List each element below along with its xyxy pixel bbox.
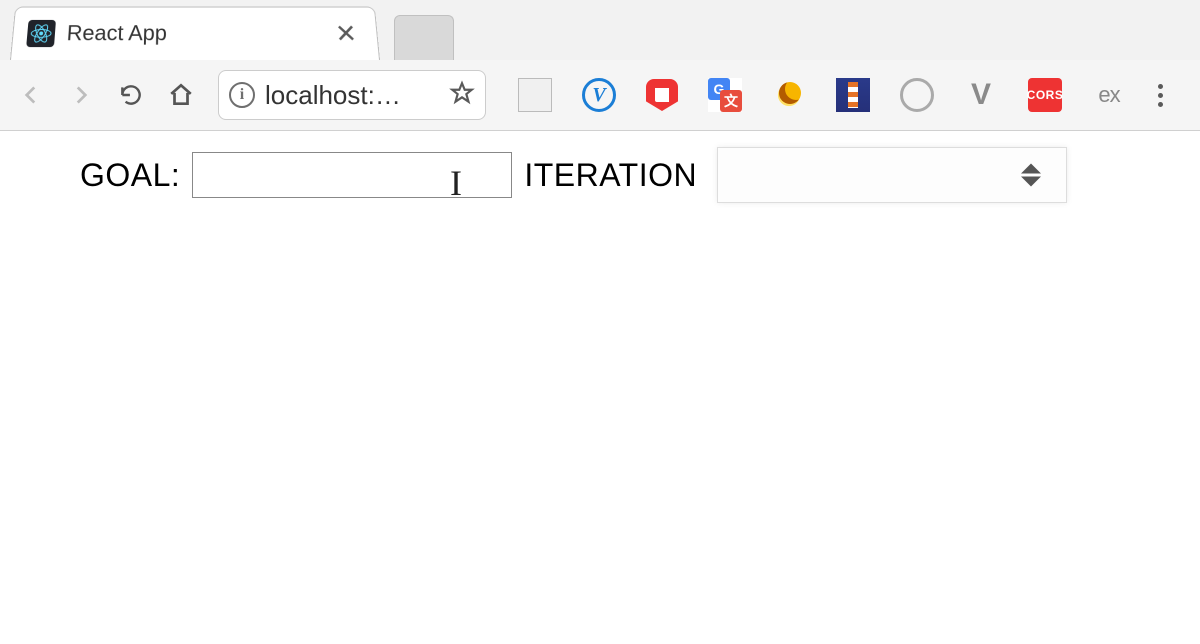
bookmark-star-icon[interactable] (449, 80, 475, 111)
number-spinner (1021, 164, 1049, 187)
spinner-down-icon[interactable] (1021, 177, 1041, 187)
back-button[interactable] (8, 72, 54, 118)
spinner-up-icon[interactable] (1021, 164, 1041, 174)
reader-extension-icon[interactable] (518, 78, 552, 112)
ublock-extension-icon[interactable] (646, 79, 678, 111)
vimium-extension-icon[interactable]: V (582, 78, 616, 112)
browser-menu-icon[interactable] (1140, 75, 1180, 115)
translate-extension-icon[interactable]: G文 (708, 78, 742, 112)
browser-chrome: React App ✕ i localhost:… V G文 (0, 0, 1200, 131)
cors-extension-icon[interactable]: CORS (1028, 78, 1062, 112)
circle-extension-icon[interactable] (900, 78, 934, 112)
react-favicon-icon (26, 20, 56, 47)
forward-button[interactable] (58, 72, 104, 118)
reload-button[interactable] (108, 72, 154, 118)
extension-row: V G文 V CORS ex (518, 78, 1126, 112)
iteration-input[interactable] (717, 147, 1067, 203)
iteration-label: ITERATION (524, 157, 697, 194)
tab-title: React App (66, 21, 318, 46)
new-tab-ghost[interactable] (394, 15, 454, 60)
lighthouse-extension-icon[interactable] (836, 78, 870, 112)
goal-label: GOAL: (80, 157, 180, 194)
goal-input[interactable] (192, 152, 512, 198)
browser-toolbar: i localhost:… V G文 V CORS ex (0, 60, 1200, 130)
vue-extension-icon[interactable]: V (964, 78, 998, 112)
address-bar[interactable]: i localhost:… (218, 70, 486, 120)
tab-strip: React App ✕ (0, 0, 1200, 60)
iteration-input-wrap (717, 147, 1067, 203)
darkmode-extension-icon[interactable] (772, 78, 806, 112)
page-body: GOAL: ITERATION (0, 131, 1200, 203)
home-button[interactable] (158, 72, 204, 118)
close-tab-icon[interactable]: ✕ (328, 19, 364, 48)
browser-tab-active[interactable]: React App ✕ (10, 7, 380, 60)
ex-extension-icon[interactable]: ex (1092, 78, 1126, 112)
site-info-icon[interactable]: i (229, 82, 255, 108)
url-text: localhost:… (265, 80, 439, 111)
